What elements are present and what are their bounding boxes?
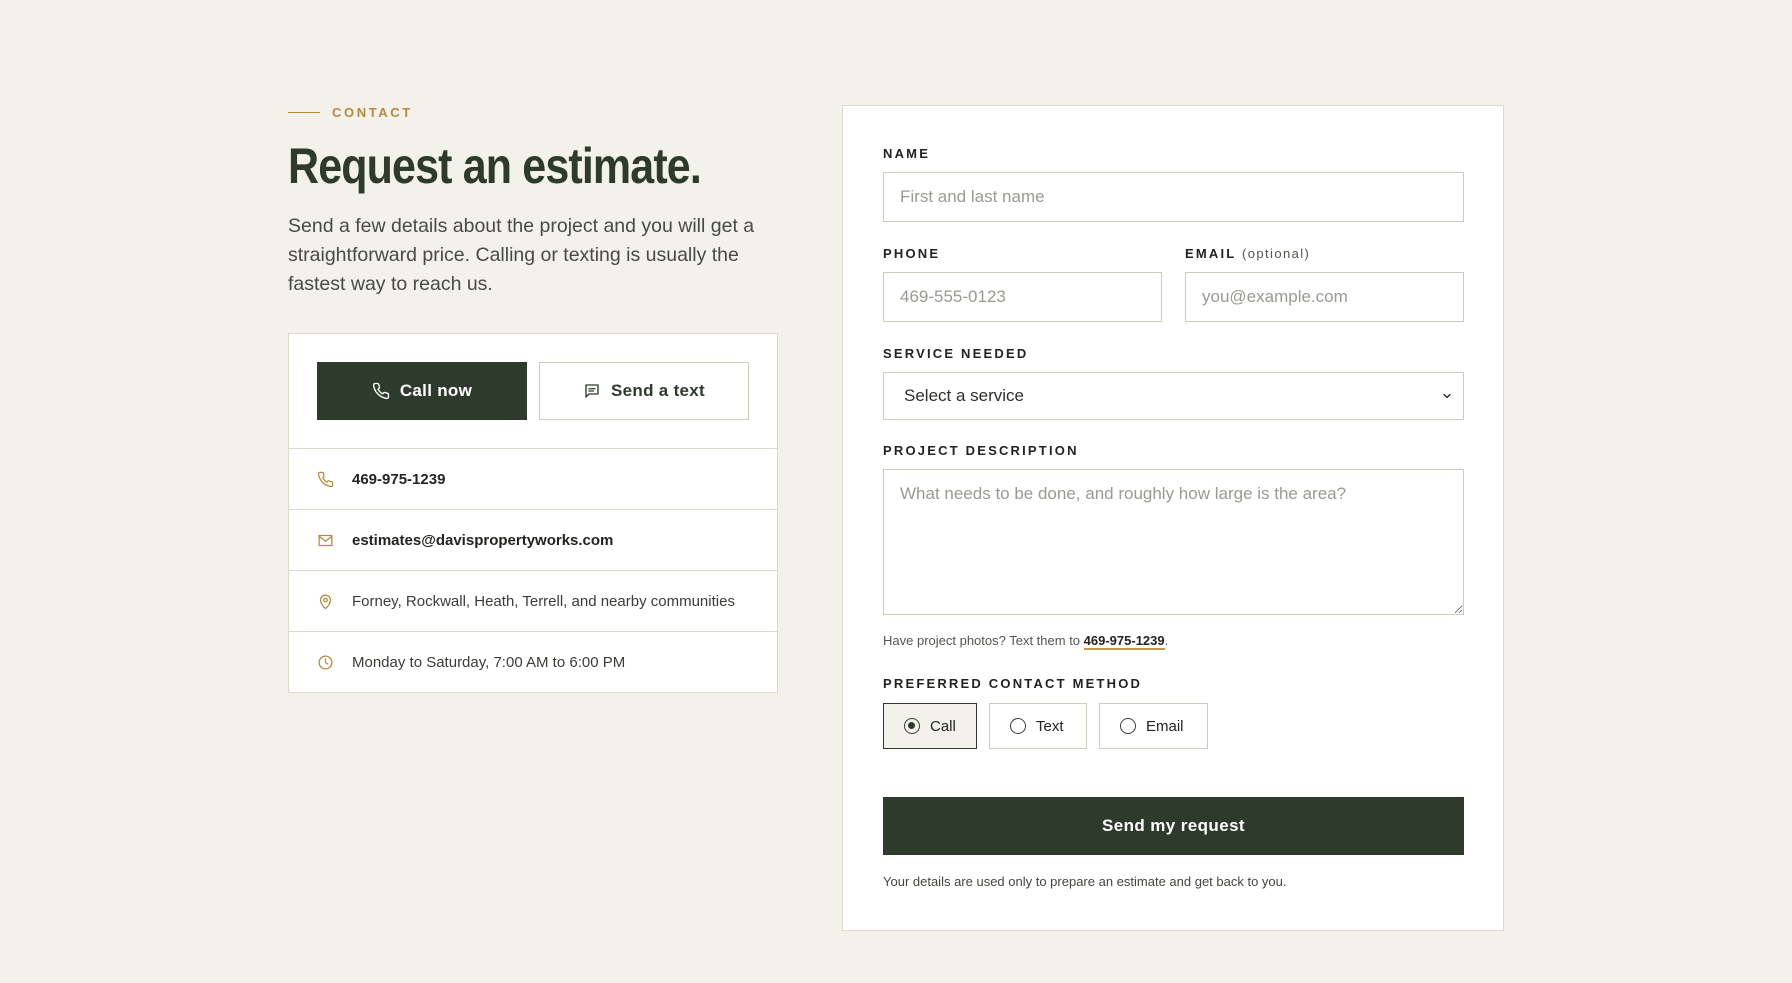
mail-icon (318, 534, 333, 546)
service-area-row: Forney, Rockwall, Heath, Terrell, and ne… (289, 571, 777, 632)
estimate-form: NAME PHONE EMAIL (optional) SERVICE NEED… (842, 105, 1504, 931)
contact-method-email-label: Email (1146, 717, 1184, 735)
submit-button[interactable]: Send my request (883, 797, 1464, 855)
phone-row[interactable]: 469-975-1239 (289, 449, 777, 510)
privacy-note: Your details are used only to prepare an… (883, 874, 1287, 889)
phone-icon (372, 382, 390, 400)
hint-phone-link[interactable]: 469-975-1239 (1083, 633, 1165, 650)
contact-method-call[interactable]: Call (883, 703, 977, 749)
service-select[interactable]: Select a service (883, 372, 1464, 420)
radio-selected-icon (904, 718, 920, 734)
eyebrow-divider (288, 111, 320, 113)
radio-icon (1010, 718, 1026, 734)
send-text-label: Send a text (611, 381, 705, 400)
email-label: EMAIL (optional) (1185, 246, 1310, 261)
contact-method-email[interactable]: Email (1099, 703, 1208, 749)
contact-method-call-label: Call (930, 717, 956, 735)
description-label: PROJECT DESCRIPTION (883, 443, 1079, 458)
map-pin-icon (319, 594, 332, 609)
call-now-button[interactable]: Call now (317, 362, 527, 420)
service-select-value: Select a service (904, 386, 1024, 405)
service-label: SERVICE NEEDED (883, 346, 1029, 361)
eyebrow: CONTACT (288, 100, 778, 124)
radio-icon (1120, 718, 1136, 734)
chevron-down-icon (1443, 393, 1451, 399)
photo-hint-end: . (1164, 633, 1169, 648)
contact-intro: CONTACT Request an estimate. Send a few … (288, 100, 778, 299)
contact-card: Call now Send a text 469-975-1239 estima… (288, 333, 778, 693)
name-input[interactable] (883, 172, 1464, 222)
hours-row: Monday to Saturday, 7:00 AM to 6:00 PM (289, 632, 777, 693)
contact-method-text-label: Text (1036, 717, 1064, 735)
service-area-text: Forney, Rockwall, Heath, Terrell, and ne… (352, 592, 735, 610)
email-label-text: EMAIL (1185, 246, 1237, 261)
photo-hint-text: Have project photos? Text them to (883, 633, 1084, 648)
intro-description: Send a few details about the project and… (288, 215, 755, 295)
email-optional-tag: (optional) (1242, 246, 1311, 261)
send-text-button[interactable]: Send a text (539, 362, 749, 420)
photo-hint: Have project photos? Text them to 469-97… (883, 633, 1169, 650)
email-input[interactable] (1185, 272, 1464, 322)
phone-input[interactable] (883, 272, 1162, 322)
description-textarea[interactable] (883, 469, 1464, 615)
contact-method-text[interactable]: Text (989, 703, 1087, 749)
email-link[interactable]: estimates@davispropertyworks.com (352, 532, 613, 549)
call-now-label: Call now (399, 381, 473, 400)
page-title: Request an estimate. (288, 138, 702, 194)
contact-actions: Call now Send a text (289, 334, 777, 449)
clock-icon (318, 655, 333, 670)
contact-method-label: PREFERRED CONTACT METHOD (883, 676, 1143, 691)
email-row[interactable]: estimates@davispropertyworks.com (289, 510, 777, 571)
name-label: NAME (883, 146, 931, 161)
message-icon (585, 384, 599, 398)
phone-label: PHONE (883, 246, 941, 261)
phone-icon (317, 471, 334, 487)
phone-link[interactable]: 469-975-1239 (352, 471, 445, 488)
hours-text: Monday to Saturday, 7:00 AM to 6:00 PM (352, 654, 626, 671)
eyebrow-label: CONTACT (332, 104, 413, 120)
